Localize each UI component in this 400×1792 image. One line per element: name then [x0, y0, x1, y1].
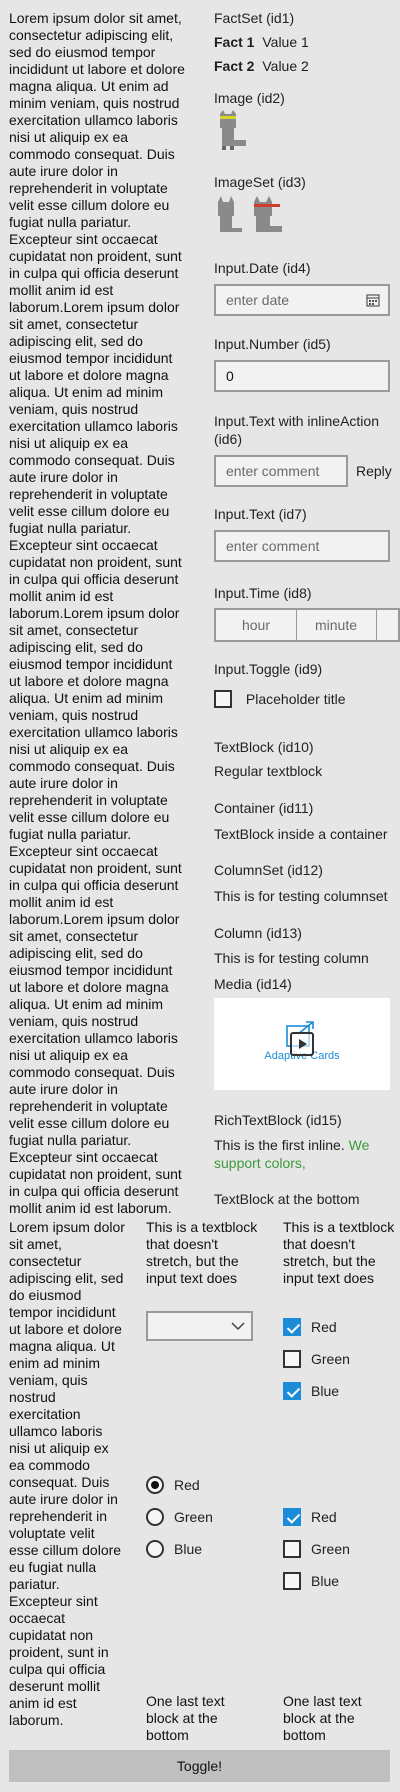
bottom-col2-top: This is a textblock that doesn't stretch… [146, 1219, 258, 1286]
radio-red[interactable]: Red [146, 1476, 200, 1495]
column-label: Column (id13) [214, 925, 302, 941]
number-input[interactable]: 0 [214, 360, 390, 392]
radio-circle[interactable] [146, 1540, 164, 1559]
column-value: This is for testing column [214, 950, 369, 966]
toggle-title: Placeholder title [245, 691, 346, 708]
date-placeholder: enter date [226, 292, 290, 308]
cat-image-icon [220, 110, 246, 150]
image-label: Image (id2) [214, 90, 285, 106]
fact-title: Fact 1 [214, 34, 255, 50]
choice-dropdown[interactable] [146, 1311, 253, 1341]
check-blue[interactable]: Blue [283, 1382, 340, 1401]
option-label: Green [174, 1509, 213, 1526]
calendar-icon[interactable] [366, 293, 380, 307]
number-label: Input.Number (id5) [214, 336, 331, 352]
check-red[interactable]: Red [283, 1318, 337, 1337]
factset-label: FactSet (id1) [214, 10, 295, 26]
radio-circle[interactable] [146, 1508, 164, 1527]
check2-red[interactable]: Red [283, 1508, 337, 1527]
play-icon [299, 1039, 307, 1049]
bottom-textblock: TextBlock at the bottom [214, 1191, 360, 1207]
media-label: Media (id14) [214, 976, 292, 992]
chevron-down-icon [231, 1322, 245, 1331]
play-button[interactable] [290, 1032, 314, 1056]
cat-imageset-icon [218, 196, 282, 232]
option-label: Green [311, 1351, 350, 1368]
richtext-block: This is the first inline. We support col… [214, 1136, 390, 1172]
option-label: Red [311, 1509, 337, 1526]
date-input[interactable]: enter date [214, 284, 390, 316]
time-label: Input.Time (id8) [214, 585, 312, 601]
checkbox-box[interactable] [283, 1572, 301, 1591]
richtext-label: RichTextBlock (id15) [214, 1112, 342, 1128]
inline-action-label: Input.Text with inlineAction (id6) [214, 413, 379, 447]
checkbox-box[interactable] [283, 1382, 301, 1401]
toggle-button[interactable]: Toggle! [9, 1750, 390, 1782]
checkbox-box[interactable] [283, 1350, 301, 1369]
option-label: Blue [311, 1383, 340, 1400]
bottom-col3-top: This is a textblock that doesn't stretch… [283, 1219, 395, 1286]
fact-title: Fact 2 [214, 58, 255, 74]
container-label: Container (id11) [214, 800, 314, 816]
comment-input[interactable]: enter comment [214, 530, 390, 562]
textblock-value: Regular textblock [214, 763, 323, 779]
columnset-value: This is for testing columnset [214, 888, 388, 904]
bottom-col1-text: Lorem ipsum dolor sit amet, consectetur … [9, 1219, 125, 1728]
checkbox-box[interactable] [283, 1508, 301, 1527]
check2-blue[interactable]: Blue [283, 1572, 340, 1591]
bottom-col2-last: One last text block at the bottom [146, 1693, 225, 1743]
radio-circle[interactable] [146, 1476, 164, 1495]
time-hour-field[interactable]: hour [216, 610, 297, 640]
comment-inline-input[interactable]: enter comment [214, 455, 348, 487]
option-label: Red [174, 1477, 200, 1494]
textblock-label: TextBlock (id10) [214, 739, 314, 755]
radio-blue[interactable]: Blue [146, 1540, 203, 1559]
richtext-plain: This is the first inline. [214, 1137, 345, 1153]
fact-row-1: Fact 1 Value 1 [214, 34, 394, 50]
radio-green[interactable]: Green [146, 1508, 213, 1527]
lorem-text-block: Lorem ipsum dolor sit amet, consectetur … [9, 10, 185, 1216]
toggle-label: Input.Toggle (id9) [214, 661, 323, 677]
option-label: Blue [311, 1573, 340, 1590]
toggle-checkbox[interactable]: Placeholder title [214, 690, 346, 709]
container-value: TextBlock inside a container [214, 826, 388, 842]
time-input[interactable]: hour minute [214, 608, 400, 642]
fact-row-2: Fact 2 Value 2 [214, 58, 394, 74]
check-green[interactable]: Green [283, 1350, 350, 1369]
imageset-label: ImageSet (id3) [214, 174, 306, 190]
reply-button[interactable]: Reply [356, 463, 392, 479]
columnset-label: ColumnSet (id12) [214, 862, 323, 878]
check2-green[interactable]: Green [283, 1540, 350, 1559]
date-label: Input.Date (id4) [214, 260, 311, 276]
text-input-label: Input.Text (id7) [214, 506, 307, 522]
checkbox-box[interactable] [214, 690, 232, 709]
option-label: Red [311, 1319, 337, 1336]
fact-value: Value 1 [262, 34, 309, 50]
checkbox-box[interactable] [283, 1540, 301, 1559]
media-player[interactable]: Adaptive Cards [214, 998, 390, 1090]
bottom-col3-last: One last text block at the bottom [283, 1693, 362, 1743]
fact-value: Value 2 [262, 58, 309, 74]
option-label: Green [311, 1541, 350, 1558]
checkbox-box[interactable] [283, 1318, 301, 1337]
option-label: Blue [174, 1541, 203, 1558]
time-minute-field[interactable]: minute [296, 610, 377, 640]
